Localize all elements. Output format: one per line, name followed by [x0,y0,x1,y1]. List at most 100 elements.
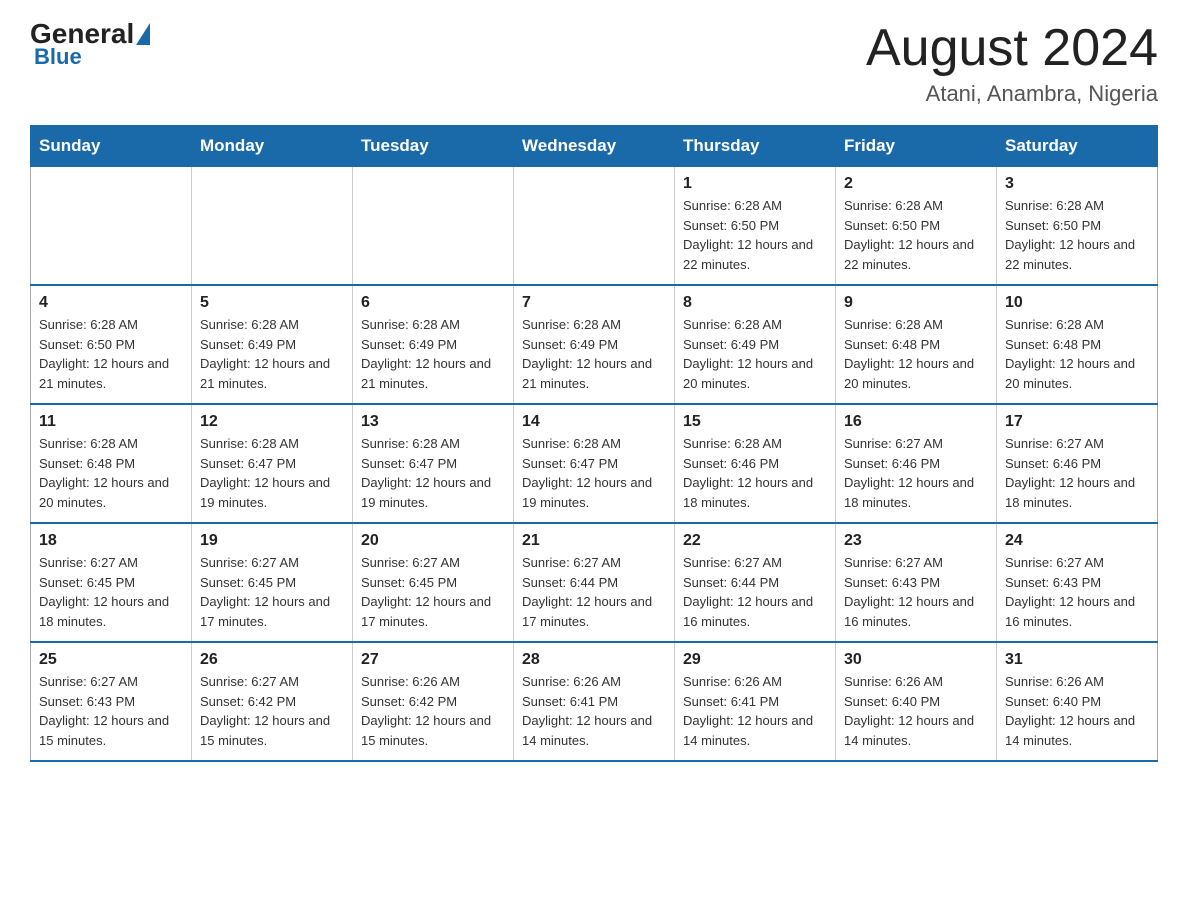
day-info: Sunrise: 6:28 AMSunset: 6:50 PMDaylight:… [683,198,813,272]
calendar-cell [192,167,353,286]
day-number: 4 [39,294,183,312]
day-number: 16 [844,413,988,431]
month-title: August 2024 [866,20,1158,77]
calendar-cell: 4Sunrise: 6:28 AMSunset: 6:50 PMDaylight… [31,285,192,404]
calendar-week-5: 25 Sunrise: 6:27 AMSunset: 6:43 PMDayligh… [31,642,1158,761]
day-info: Sunrise: 6:26 AMSunset: 6:41 PMDaylight:… [522,674,652,748]
page-header: General Blue August 2024 Atani, Anambra,… [30,20,1158,107]
calendar-cell: 21Sunrise: 6:27 AMSunset: 6:44 PMDayligh… [514,523,675,642]
day-number: 28 [522,651,666,669]
day-number: 17 [1005,413,1149,431]
calendar-cell: 20 Sunrise: 6:27 AMSunset: 6:45 PMDayligh… [353,523,514,642]
title-block: August 2024 Atani, Anambra, Nigeria [866,20,1158,107]
day-number: 22 [683,532,827,550]
calendar-cell: 28 Sunrise: 6:26 AMSunset: 6:41 PMDayligh… [514,642,675,761]
calendar-cell: 13Sunrise: 6:28 AMSunset: 6:47 PMDayligh… [353,404,514,523]
day-info: Sunrise: 6:26 AMSunset: 6:40 PMDaylight:… [1005,674,1135,748]
day-info: Sunrise: 6:26 AMSunset: 6:42 PMDaylight:… [361,674,491,748]
calendar-cell: 23Sunrise: 6:27 AMSunset: 6:43 PMDayligh… [836,523,997,642]
calendar-cell: 22 Sunrise: 6:27 AMSunset: 6:44 PMDayligh… [675,523,836,642]
calendar-cell: 5 Sunrise: 6:28 AMSunset: 6:49 PMDaylight… [192,285,353,404]
day-number: 23 [844,532,988,550]
logo: General Blue [30,20,152,70]
day-number: 5 [200,294,344,312]
calendar-cell: 24 Sunrise: 6:27 AMSunset: 6:43 PMDayligh… [997,523,1158,642]
day-info: Sunrise: 6:28 AMSunset: 6:47 PMDaylight:… [522,436,652,510]
day-info: Sunrise: 6:28 AMSunset: 6:49 PMDaylight:… [200,317,330,391]
day-number: 3 [1005,175,1149,193]
day-number: 9 [844,294,988,312]
day-number: 29 [683,651,827,669]
day-info: Sunrise: 6:27 AMSunset: 6:45 PMDaylight:… [39,555,169,629]
day-number: 12 [200,413,344,431]
calendar-cell [353,167,514,286]
calendar-cell: 11 Sunrise: 6:28 AMSunset: 6:48 PMDayligh… [31,404,192,523]
location-text: Atani, Anambra, Nigeria [866,81,1158,107]
calendar-week-1: 1 Sunrise: 6:28 AMSunset: 6:50 PMDaylight… [31,167,1158,286]
day-info: Sunrise: 6:28 AMSunset: 6:49 PMDaylight:… [683,317,813,391]
weekday-header-friday: Friday [836,126,997,167]
day-number: 30 [844,651,988,669]
day-number: 25 [39,651,183,669]
day-info: Sunrise: 6:27 AMSunset: 6:43 PMDaylight:… [39,674,169,748]
calendar-cell [31,167,192,286]
calendar-week-4: 18 Sunrise: 6:27 AMSunset: 6:45 PMDayligh… [31,523,1158,642]
day-number: 27 [361,651,505,669]
day-number: 10 [1005,294,1149,312]
day-number: 6 [361,294,505,312]
day-info: Sunrise: 6:28 AMSunset: 6:50 PMDaylight:… [844,198,974,272]
weekday-header-wednesday: Wednesday [514,126,675,167]
day-number: 11 [39,413,183,431]
calendar-header: SundayMondayTuesdayWednesdayThursdayFrid… [31,126,1158,167]
calendar-cell: 9Sunrise: 6:28 AMSunset: 6:48 PMDaylight… [836,285,997,404]
day-number: 1 [683,175,827,193]
day-info: Sunrise: 6:27 AMSunset: 6:42 PMDaylight:… [200,674,330,748]
day-number: 19 [200,532,344,550]
day-number: 20 [361,532,505,550]
calendar-week-2: 4Sunrise: 6:28 AMSunset: 6:50 PMDaylight… [31,285,1158,404]
calendar-table: SundayMondayTuesdayWednesdayThursdayFrid… [30,125,1158,762]
day-number: 2 [844,175,988,193]
logo-triangle-icon [136,23,150,45]
calendar-cell: 6 Sunrise: 6:28 AMSunset: 6:49 PMDaylight… [353,285,514,404]
day-number: 31 [1005,651,1149,669]
day-info: Sunrise: 6:28 AMSunset: 6:48 PMDaylight:… [39,436,169,510]
weekday-header-sunday: Sunday [31,126,192,167]
calendar-cell: 30 Sunrise: 6:26 AMSunset: 6:40 PMDayligh… [836,642,997,761]
weekday-header-saturday: Saturday [997,126,1158,167]
day-info: Sunrise: 6:28 AMSunset: 6:46 PMDaylight:… [683,436,813,510]
day-number: 18 [39,532,183,550]
day-number: 26 [200,651,344,669]
weekday-header-row: SundayMondayTuesdayWednesdayThursdayFrid… [31,126,1158,167]
day-info: Sunrise: 6:27 AMSunset: 6:43 PMDaylight:… [1005,555,1135,629]
day-number: 13 [361,413,505,431]
day-info: Sunrise: 6:28 AMSunset: 6:47 PMDaylight:… [200,436,330,510]
day-info: Sunrise: 6:28 AMSunset: 6:50 PMDaylight:… [1005,198,1135,272]
day-info: Sunrise: 6:27 AMSunset: 6:46 PMDaylight:… [844,436,974,510]
day-number: 14 [522,413,666,431]
day-number: 24 [1005,532,1149,550]
day-info: Sunrise: 6:26 AMSunset: 6:41 PMDaylight:… [683,674,813,748]
calendar-cell: 19 Sunrise: 6:27 AMSunset: 6:45 PMDayligh… [192,523,353,642]
calendar-cell: 27 Sunrise: 6:26 AMSunset: 6:42 PMDayligh… [353,642,514,761]
day-info: Sunrise: 6:28 AMSunset: 6:49 PMDaylight:… [361,317,491,391]
calendar-cell: 7Sunrise: 6:28 AMSunset: 6:49 PMDaylight… [514,285,675,404]
calendar-cell: 29 Sunrise: 6:26 AMSunset: 6:41 PMDayligh… [675,642,836,761]
calendar-cell: 12 Sunrise: 6:28 AMSunset: 6:47 PMDayligh… [192,404,353,523]
calendar-cell: 14 Sunrise: 6:28 AMSunset: 6:47 PMDayligh… [514,404,675,523]
calendar-cell [514,167,675,286]
day-info: Sunrise: 6:27 AMSunset: 6:44 PMDaylight:… [683,555,813,629]
day-info: Sunrise: 6:27 AMSunset: 6:44 PMDaylight:… [522,555,652,629]
day-info: Sunrise: 6:28 AMSunset: 6:48 PMDaylight:… [1005,317,1135,391]
day-info: Sunrise: 6:26 AMSunset: 6:40 PMDaylight:… [844,674,974,748]
weekday-header-tuesday: Tuesday [353,126,514,167]
day-info: Sunrise: 6:27 AMSunset: 6:45 PMDaylight:… [200,555,330,629]
day-info: Sunrise: 6:27 AMSunset: 6:45 PMDaylight:… [361,555,491,629]
weekday-header-thursday: Thursday [675,126,836,167]
calendar-cell: 2 Sunrise: 6:28 AMSunset: 6:50 PMDaylight… [836,167,997,286]
calendar-body: 1 Sunrise: 6:28 AMSunset: 6:50 PMDaylight… [31,167,1158,762]
calendar-cell: 1 Sunrise: 6:28 AMSunset: 6:50 PMDaylight… [675,167,836,286]
calendar-cell: 15Sunrise: 6:28 AMSunset: 6:46 PMDayligh… [675,404,836,523]
calendar-cell: 25 Sunrise: 6:27 AMSunset: 6:43 PMDayligh… [31,642,192,761]
day-number: 7 [522,294,666,312]
